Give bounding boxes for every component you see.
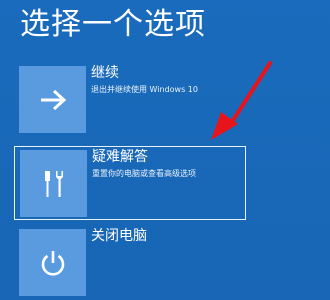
annotation-arrow-icon <box>211 61 272 140</box>
recovery-screen: 选择一个选项 继续 退出并继续使用 Windows 10 疑难解答 重置你的电脑… <box>0 0 330 300</box>
